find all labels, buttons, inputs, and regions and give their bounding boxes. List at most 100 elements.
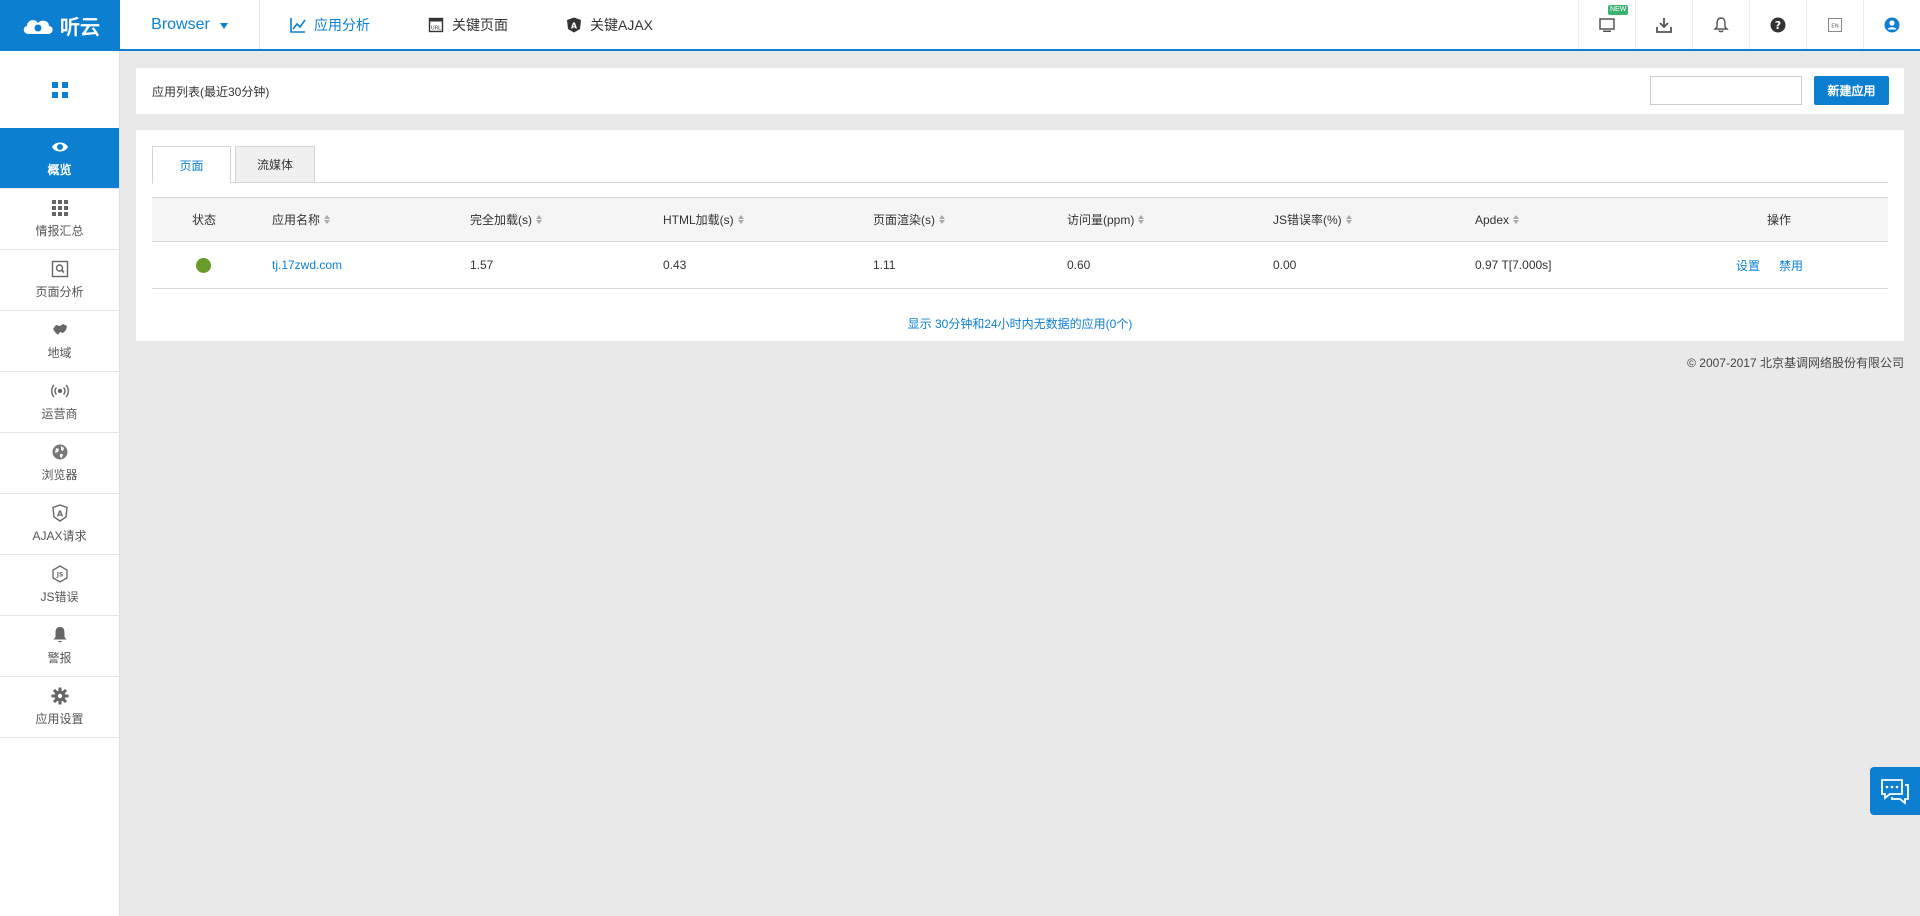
sidebar: 概览 情报汇总 页面分析 地域 运营商 浏览器 A AJAX请求 JS JS错误… bbox=[0, 51, 120, 916]
app-list-title: 应用列表(最近30分钟) bbox=[152, 85, 270, 99]
col-app-name[interactable]: 应用名称 bbox=[272, 198, 331, 241]
sort-icon bbox=[1138, 215, 1145, 224]
url-page-icon: URL bbox=[428, 17, 444, 32]
language-button[interactable]: EN bbox=[1806, 0, 1863, 49]
svg-text:A: A bbox=[571, 21, 578, 30]
chat-button[interactable] bbox=[1870, 767, 1920, 815]
nav-app-analysis[interactable]: 应用分析 bbox=[290, 15, 370, 35]
help-button[interactable]: ? bbox=[1749, 0, 1806, 49]
sidebar-item-label: 浏览器 bbox=[41, 468, 78, 482]
js-error-value: 0.00 bbox=[1273, 258, 1297, 272]
sidebar-menu-toggle[interactable] bbox=[0, 51, 119, 128]
app-table: 状态 应用名称 完全加载(s) HTML加载(s) 页面渲染(s) 访问量(pp… bbox=[152, 197, 1888, 289]
status-indicator bbox=[196, 242, 211, 288]
sidebar-item-ajax[interactable]: A AJAX请求 bbox=[0, 494, 119, 555]
app-name-link[interactable]: tj.17zwd.com bbox=[272, 242, 342, 288]
page-search-icon bbox=[51, 260, 68, 278]
new-badge: NEW bbox=[1608, 5, 1629, 15]
product-switcher[interactable]: Browser bbox=[120, 0, 260, 49]
settings-link[interactable]: 设置 bbox=[1736, 242, 1760, 288]
product-name: Browser bbox=[151, 15, 210, 33]
top-bar: 听云 Browser 应用分析 URL 关键页面 A 关键AJAX NEW ? … bbox=[0, 0, 1920, 51]
svg-text:JS: JS bbox=[55, 572, 63, 579]
chart-line-icon bbox=[290, 17, 306, 33]
app-table-panel: 页面 流媒体 状态 应用名称 完全加载(s) HTML加载(s) 页面渲染(s)… bbox=[136, 130, 1904, 341]
sidebar-item-label: 情报汇总 bbox=[35, 224, 84, 238]
sidebar-item-page-analysis[interactable]: 页面分析 bbox=[0, 250, 119, 311]
sidebar-item-alerts[interactable]: 警报 bbox=[0, 616, 119, 677]
search-input[interactable] bbox=[1650, 76, 1802, 105]
user-icon bbox=[1884, 17, 1900, 32]
nav-key-ajax[interactable]: A 关键AJAX bbox=[566, 15, 653, 35]
nav-label: 关键页面 bbox=[452, 16, 508, 33]
col-ppm[interactable]: 访问量(ppm) bbox=[1067, 198, 1145, 241]
alert-button[interactable] bbox=[1692, 0, 1749, 49]
sidebar-item-label: AJAX请求 bbox=[32, 529, 87, 543]
sidebar-item-overview[interactable]: 概览 bbox=[0, 128, 119, 189]
language-en-icon: EN bbox=[1828, 17, 1842, 32]
map-icon bbox=[52, 324, 67, 335]
sidebar-item-app-settings[interactable]: 应用设置 bbox=[0, 677, 119, 738]
angular-icon: A bbox=[51, 504, 68, 522]
sidebar-item-label: JS错误 bbox=[40, 590, 79, 604]
svg-text:URL: URL bbox=[431, 25, 441, 31]
html-load-value: 0.43 bbox=[663, 258, 687, 272]
status-dot-icon bbox=[196, 257, 211, 273]
table-row: tj.17zwd.com 1.57 0.43 1.11 0.60 0.00 0.… bbox=[152, 242, 1888, 289]
tab-bar: 页面 流媒体 bbox=[152, 146, 1888, 184]
chat-icon bbox=[1881, 779, 1909, 805]
sidebar-item-browser[interactable]: 浏览器 bbox=[0, 433, 119, 494]
monitor-button[interactable]: NEW bbox=[1578, 0, 1635, 49]
sidebar-item-carrier[interactable]: 运营商 bbox=[0, 372, 119, 433]
svg-text:?: ? bbox=[1775, 19, 1781, 32]
app-list-header: 应用列表(最近30分钟) 新建应用 bbox=[136, 68, 1904, 114]
nav-key-pages[interactable]: URL 关键页面 bbox=[428, 15, 508, 35]
apps-grid-icon bbox=[51, 81, 68, 98]
download-button[interactable] bbox=[1635, 0, 1692, 49]
sort-icon bbox=[1513, 215, 1520, 224]
col-html-load[interactable]: HTML加载(s) bbox=[663, 198, 744, 241]
eye-icon bbox=[51, 142, 68, 152]
user-button[interactable] bbox=[1863, 0, 1920, 49]
help-icon: ? bbox=[1770, 17, 1786, 32]
tab-streaming[interactable]: 流媒体 bbox=[235, 146, 315, 183]
col-status: 状态 bbox=[192, 213, 217, 227]
render-value: 1.11 bbox=[873, 258, 896, 272]
new-app-button[interactable]: 新建应用 bbox=[1814, 76, 1889, 105]
toolbar: NEW ? EN bbox=[1578, 0, 1920, 49]
bell-icon bbox=[53, 627, 66, 643]
signal-icon bbox=[50, 384, 69, 398]
sidebar-item-js-errors[interactable]: JS JS错误 bbox=[0, 555, 119, 616]
top-nav: 应用分析 URL 关键页面 A 关键AJAX bbox=[290, 0, 653, 49]
col-render[interactable]: 页面渲染(s) bbox=[873, 198, 945, 241]
col-apdex[interactable]: Apdex bbox=[1475, 198, 1520, 241]
tab-pages[interactable]: 页面 bbox=[152, 146, 231, 184]
download-icon bbox=[1656, 17, 1672, 33]
ppm-value: 0.60 bbox=[1067, 258, 1091, 272]
sidebar-item-region[interactable]: 地域 bbox=[0, 311, 119, 372]
sort-icon bbox=[939, 215, 945, 224]
logo[interactable]: 听云 bbox=[0, 0, 120, 51]
disable-link[interactable]: 禁用 bbox=[1779, 242, 1803, 288]
sort-icon bbox=[536, 215, 542, 224]
copyright: © 2007-2017 北京基调网络股份有限公司 bbox=[1687, 356, 1904, 370]
angular-shield-icon: A bbox=[567, 17, 581, 32]
full-load-value: 1.57 bbox=[470, 258, 494, 272]
show-empty-apps-link[interactable]: 显示 30分钟和24小时内无数据的应用(0个) bbox=[136, 315, 1904, 332]
sidebar-item-summary[interactable]: 情报汇总 bbox=[0, 189, 119, 250]
sort-icon bbox=[1345, 215, 1352, 224]
monitor-icon bbox=[1599, 17, 1615, 32]
sidebar-item-label: 概览 bbox=[47, 163, 72, 177]
grid-icon bbox=[51, 200, 68, 216]
sidebar-item-label: 页面分析 bbox=[35, 285, 84, 299]
col-full-load[interactable]: 完全加载(s) bbox=[470, 198, 542, 241]
sort-icon bbox=[324, 215, 331, 224]
js-icon: JS bbox=[51, 565, 68, 583]
apdex-value: 0.97 T[7.000s] bbox=[1475, 258, 1552, 272]
nav-label: 关键AJAX bbox=[590, 16, 654, 33]
sidebar-item-label: 警报 bbox=[47, 651, 72, 665]
table-header: 状态 应用名称 完全加载(s) HTML加载(s) 页面渲染(s) 访问量(pp… bbox=[152, 197, 1888, 242]
sort-icon bbox=[737, 215, 744, 224]
logo-text: 听云 bbox=[60, 17, 100, 39]
col-js-error[interactable]: JS错误率(%) bbox=[1273, 198, 1352, 241]
